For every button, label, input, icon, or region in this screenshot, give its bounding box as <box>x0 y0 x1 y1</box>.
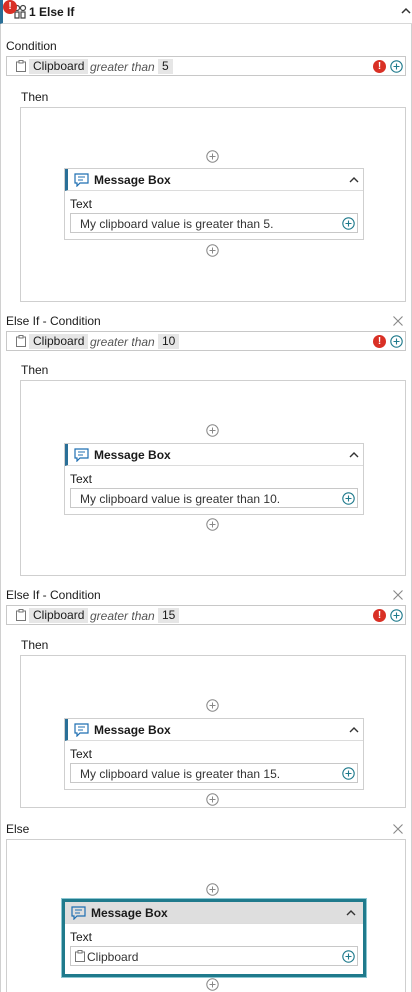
condition-operator[interactable]: greater than <box>90 609 155 623</box>
message-box-activity[interactable]: Message Box Text My clipboard value is g… <box>64 443 364 515</box>
condition-label: Condition <box>6 39 57 53</box>
add-icon[interactable] <box>206 424 219 437</box>
text-label: Text <box>70 472 93 486</box>
text-value: My clipboard value is greater than 5. <box>80 217 274 231</box>
add-icon[interactable] <box>206 978 219 991</box>
text-input[interactable]: My clipboard value is greater than 15. <box>70 763 358 783</box>
activity-header[interactable]: 1 Else If ! <box>0 0 412 24</box>
clipboard-chip[interactable]: Clipboard <box>29 59 89 74</box>
clipboard-icon <box>16 335 26 347</box>
condition-value[interactable]: 5 <box>158 59 173 74</box>
add-icon[interactable] <box>390 335 403 348</box>
text-value: Clipboard <box>87 950 139 964</box>
else-if-condition-label: Else If - Condition <box>6 588 101 602</box>
chevron-up-icon[interactable] <box>400 4 412 18</box>
text-label: Text <box>70 930 93 944</box>
text-label: Text <box>70 197 93 211</box>
add-icon[interactable] <box>206 699 219 712</box>
message-box-title: Message Box <box>94 448 171 462</box>
add-icon[interactable] <box>390 609 403 622</box>
text-input[interactable]: My clipboard value is greater than 10. <box>70 488 358 508</box>
message-box-header[interactable]: Message Box <box>65 444 363 466</box>
message-box-icon <box>74 448 89 462</box>
chevron-up-icon[interactable] <box>345 908 357 918</box>
add-icon[interactable] <box>206 518 219 531</box>
message-box-activity[interactable]: Message Box Text My clipboard value is g… <box>64 718 364 790</box>
text-value: My clipboard value is greater than 10. <box>80 492 281 506</box>
clipboard-chip[interactable]: Clipboard <box>29 334 89 349</box>
add-icon[interactable] <box>342 950 355 963</box>
chevron-up-icon[interactable] <box>348 725 360 735</box>
message-box-title: Message Box <box>94 723 171 737</box>
message-box-icon <box>71 906 86 920</box>
close-icon[interactable] <box>392 823 404 835</box>
chevron-up-icon[interactable] <box>348 175 360 185</box>
add-icon[interactable] <box>342 767 355 780</box>
error-icon[interactable]: ! <box>3 0 17 14</box>
error-icon[interactable]: ! <box>373 609 386 622</box>
message-box-header[interactable]: Message Box <box>65 169 363 191</box>
close-icon[interactable] <box>392 315 404 327</box>
add-icon[interactable] <box>390 60 403 73</box>
close-icon[interactable] <box>392 589 404 601</box>
condition-operator[interactable]: greater than <box>90 335 155 349</box>
add-icon[interactable] <box>206 244 219 257</box>
condition-field[interactable]: Clipboard greater than 5 ! <box>6 56 406 76</box>
then-container[interactable]: Message Box Text My clipboard value is g… <box>20 655 406 808</box>
message-box-header[interactable]: Message Box <box>65 719 363 741</box>
text-input[interactable]: My clipboard value is greater than 5. <box>70 213 358 233</box>
error-icon[interactable]: ! <box>373 335 386 348</box>
condition-value[interactable]: 15 <box>158 608 180 623</box>
else-if-condition-label: Else If - Condition <box>6 314 101 328</box>
text-label: Text <box>70 747 93 761</box>
condition-operator[interactable]: greater than <box>90 60 155 74</box>
add-icon[interactable] <box>342 492 355 505</box>
chevron-up-icon[interactable] <box>348 450 360 460</box>
error-icon[interactable]: ! <box>373 60 386 73</box>
then-label: Then <box>21 363 49 377</box>
clipboard-icon <box>75 950 85 962</box>
add-icon[interactable] <box>206 883 219 896</box>
message-box-title: Message Box <box>94 173 171 187</box>
message-box-header[interactable]: Message Box <box>65 902 363 924</box>
clipboard-icon <box>16 609 26 621</box>
add-icon[interactable] <box>206 150 219 163</box>
condition-value[interactable]: 10 <box>158 334 180 349</box>
message-box-icon <box>74 173 89 187</box>
add-icon[interactable] <box>342 217 355 230</box>
message-box-icon <box>74 723 89 737</box>
condition-field[interactable]: Clipboard greater than 15 ! <box>6 605 406 625</box>
else-label: Else <box>6 822 30 836</box>
else-container[interactable]: Message Box Text Clipboard <box>6 839 406 992</box>
then-label: Then <box>21 638 49 652</box>
message-box-activity[interactable]: Message Box Text My clipboard value is g… <box>64 168 364 240</box>
activity-title: 1 Else If <box>29 5 75 19</box>
then-container[interactable]: Message Box Text My clipboard value is g… <box>20 380 406 576</box>
then-label: Then <box>21 90 49 104</box>
text-value: My clipboard value is greater than 15. <box>80 767 281 781</box>
message-box-title: Message Box <box>91 906 168 920</box>
message-box-activity-selected[interactable]: Message Box Text Clipboard <box>62 899 366 977</box>
clipboard-chip[interactable]: Clipboard <box>29 608 89 623</box>
text-input[interactable]: Clipboard <box>70 946 358 966</box>
clipboard-icon <box>16 60 26 72</box>
then-container[interactable]: Message Box Text My clipboard value is g… <box>20 107 406 302</box>
add-icon[interactable] <box>206 793 219 806</box>
condition-field[interactable]: Clipboard greater than 10 ! <box>6 331 406 351</box>
